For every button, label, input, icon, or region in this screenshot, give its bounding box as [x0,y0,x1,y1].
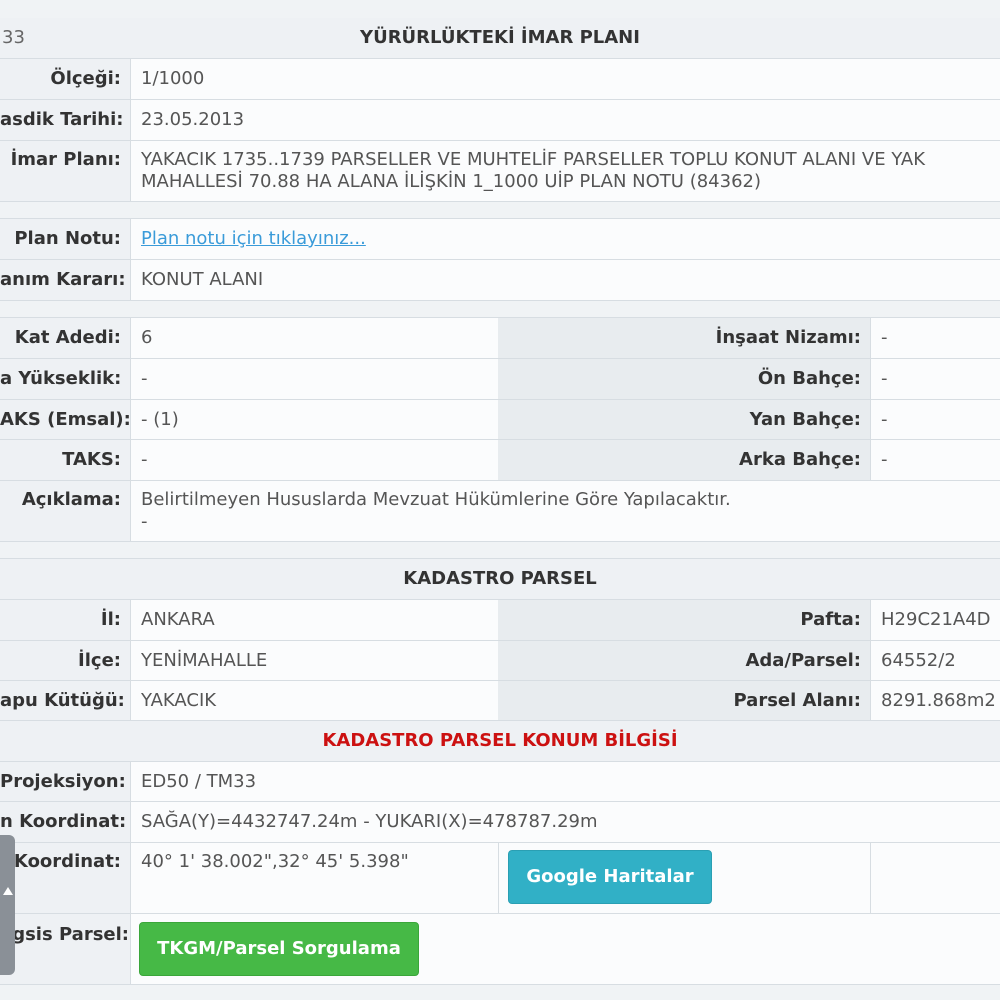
row-imar-plani: İmar Planı: YAKACIK 1735..1739 PARSELLER… [0,141,1000,201]
yan-bahce-label: Yan Bahçe: [498,400,870,439]
koordinat-utm-value: SAĞA(Y)=4432747.24m - YUKARI(X)=478787.2… [130,802,1000,842]
imar-header-row: 33 YÜRÜRLÜKTEKİ İMAR PLANI [0,18,1000,58]
arka-bahce-value: - [870,440,1000,480]
imar-plani-label: İmar Planı: [0,141,130,201]
row-plan-notu: Plan Notu: Plan notu için tıklayınız... [0,219,1000,259]
parsel-alani-value: 8291.868m2 [870,681,1000,720]
aciklama-label: Açıklama: [0,481,130,541]
row-kullanim: anım Kararı: KONUT ALANI [0,260,1000,300]
insaat-nizami-label: İnşaat Nizamı: [498,318,870,358]
row-olcek: Ölçeği: 1/1000 [0,59,1000,99]
plan-notu-label: Plan Notu: [0,219,130,259]
arka-bahce-label: Arka Bahçe: [498,440,870,480]
il-value: ANKARA [130,600,498,640]
ilce-value: YENİMAHALLE [130,641,498,680]
row-ilce: İlçe: YENİMAHALLE Ada/Parsel: 64552/2 [0,641,1000,680]
row-kat: Kat Adedi: 6 İnşaat Nizamı: - [0,318,1000,358]
taks-value: - [130,440,498,480]
row-tasdik: asdik Tarihi: 23.05.2013 [0,100,1000,140]
olcek-label: Ölçeği: [0,59,130,99]
imar-plan-title: YÜRÜRLÜKTEKİ İMAR PLANI [360,27,640,48]
tkgm-parsel-button[interactable]: TKGM/Parsel Sorgulama [139,922,419,976]
yukseklik-label: a Yükseklik: [0,359,130,399]
megsis-label: egsis Parsel: [0,914,130,984]
kullanim-value: KONUT ALANI [130,260,1000,300]
taks-label: TAKS: [0,440,130,480]
row-tapu: apu Kütüğü: YAKACIK Parsel Alanı: 8291.8… [0,681,1000,720]
tasdik-value: 23.05.2013 [130,100,1000,140]
parsel-alani-label: Parsel Alanı: [498,681,870,720]
projeksiyon-label: Projeksiyon: [0,762,130,801]
projeksiyon-value: ED50 / TM33 [130,762,1000,801]
tapu-value: YAKACIK [130,681,498,720]
kat-value: 6 [130,318,498,358]
ada-parsel-value: 64552/2 [870,641,1000,680]
pafta-label: Pafta: [498,600,870,640]
aciklama-line1: Belirtilmeyen Hususlarda Mevzuat Hükümle… [141,489,731,510]
koordinat-cografi-value: 40° 1' 38.002",32° 45' 5.398" [130,843,498,913]
row-yukseklik: a Yükseklik: - Ön Bahçe: - [0,359,1000,399]
imar-plan-table: 33 YÜRÜRLÜKTEKİ İMAR PLANI Ölçeği: 1/100… [0,0,1000,1000]
koordinat-cografi-label: i Koordinat: [0,843,130,913]
kullanim-label: anım Kararı: [0,260,130,300]
kaks-value: - (1) [130,400,498,439]
google-maps-button[interactable]: Google Haritalar [508,850,712,904]
row-koordinat-cografi: i Koordinat: 40° 1' 38.002",32° 45' 5.39… [0,843,1000,913]
tapu-label: apu Kütüğü: [0,681,130,720]
pafta-value: H29C21A4D [870,600,1000,640]
konum-title: KADASTRO PARSEL KONUM BİLGİSİ [0,721,1000,761]
plan-notu-link[interactable]: Plan notu için tıklayınız... [141,228,366,249]
koordinat-utm-label: n Koordinat: [0,802,130,842]
row-il: İl: ANKARA Pafta: H29C21A4D [0,600,1000,640]
imar-plani-line2: MAHALLESİ 70.88 HA ALANA İLİŞKİN 1_1000 … [141,171,762,192]
kadastro-title: KADASTRO PARSEL [0,559,1000,599]
row-taks: TAKS: - Arka Bahçe: - [0,440,1000,480]
konum-header-row: KADASTRO PARSEL KONUM BİLGİSİ [0,721,1000,761]
kadastro-header-row: KADASTRO PARSEL [0,559,1000,599]
olcek-value: 1/1000 [130,59,1000,99]
aciklama-line2: - [141,511,148,532]
row-koordinat-utm: n Koordinat: SAĞA(Y)=4432747.24m - YUKAR… [0,802,1000,842]
on-bahce-value: - [870,359,1000,399]
ada-parsel-label: Ada/Parsel: [498,641,870,680]
imar-plani-line1: YAKACIK 1735..1739 PARSELLER VE MUHTELİF… [141,149,926,170]
yan-bahce-value: - [870,400,1000,439]
scroll-up-tab[interactable] [0,835,15,975]
kat-label: Kat Adedi: [0,318,130,358]
arrow-up-icon [3,887,13,895]
on-bahce-label: Ön Bahçe: [498,359,870,399]
row-kaks: AKS (Emsal): - (1) Yan Bahçe: - [0,400,1000,439]
il-label: İl: [0,600,130,640]
tasdik-label: asdik Tarihi: [0,100,130,140]
kaks-label: AKS (Emsal): [0,400,130,439]
row-projeksiyon: Projeksiyon: ED50 / TM33 [0,762,1000,801]
row-aciklama: Açıklama: Belirtilmeyen Hususlarda Mevzu… [0,481,1000,541]
insaat-nizami-value: - [870,318,1000,358]
ilce-label: İlçe: [0,641,130,680]
yukseklik-value: - [130,359,498,399]
